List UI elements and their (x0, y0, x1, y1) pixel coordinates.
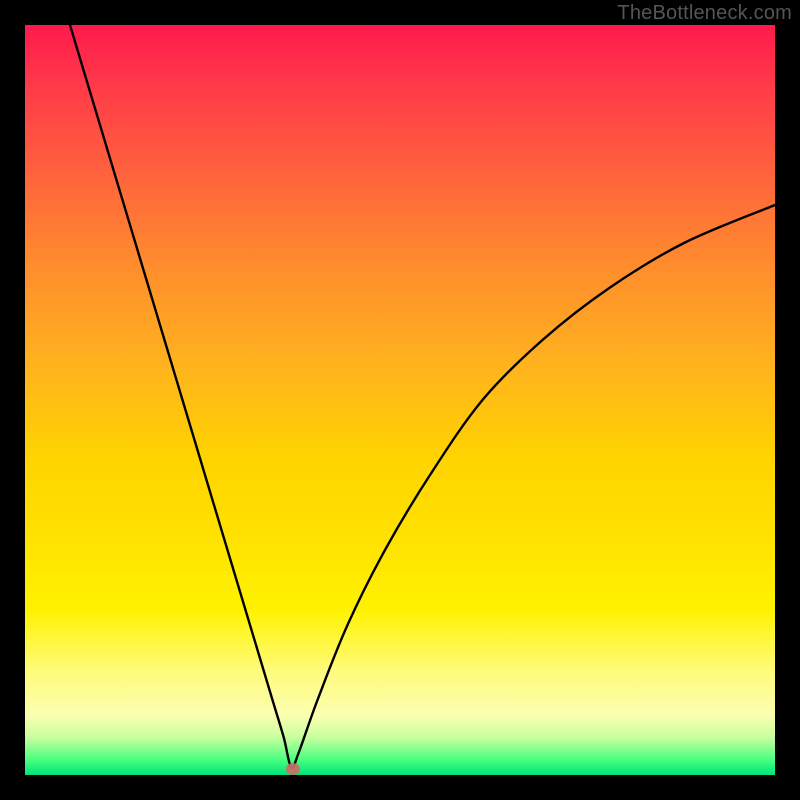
bottleneck-curve (25, 25, 775, 775)
chart-frame (25, 25, 775, 775)
watermark-text: TheBottleneck.com (617, 2, 792, 25)
optimum-marker (286, 763, 300, 775)
